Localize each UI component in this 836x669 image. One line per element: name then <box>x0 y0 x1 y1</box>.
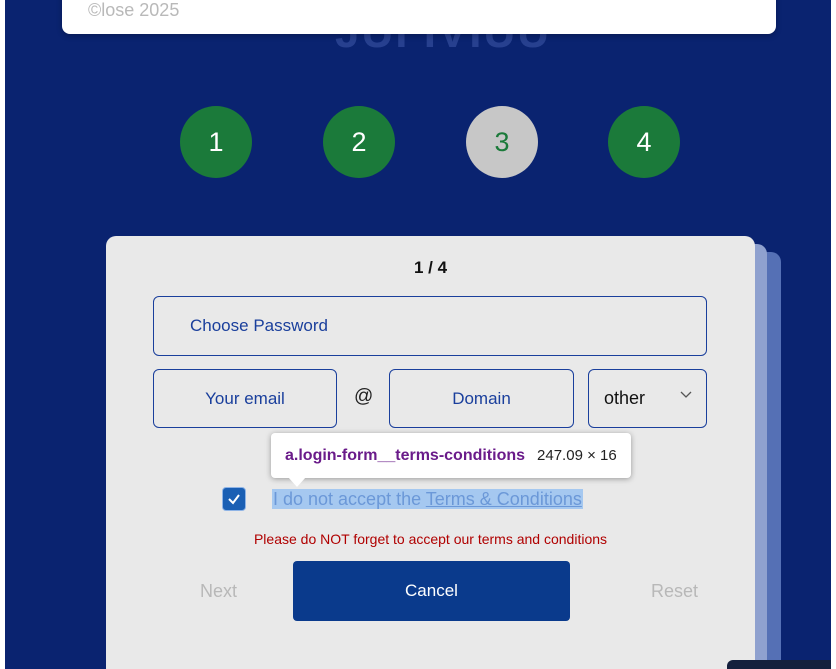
email-placeholder: Your email <box>205 388 285 408</box>
password-placeholder: Choose Password <box>190 316 328 335</box>
step-1[interactable]: 1 <box>180 106 252 178</box>
domain-placeholder: Domain <box>452 388 511 408</box>
at-sign: @ <box>354 386 374 407</box>
step-2[interactable]: 2 <box>323 106 395 178</box>
domain-field[interactable]: Domain <box>389 369 574 428</box>
next-button[interactable]: Next <box>200 581 237 602</box>
devtools-inspect-tooltip: a.login-form__terms-conditions 247.09 × … <box>271 433 631 478</box>
tooltip-selector: a.login-form__terms-conditions <box>285 446 526 464</box>
tooltip-arrow <box>288 477 306 487</box>
terms-checkbox[interactable] <box>222 487 246 511</box>
chevron-down-icon <box>680 391 692 398</box>
email-field[interactable]: Your email <box>153 369 337 428</box>
corner-widget <box>727 660 831 669</box>
domain-select-value: other <box>604 388 646 408</box>
terms-warning: Please do NOT forget to accept our terms… <box>253 531 608 547</box>
checkmark-icon <box>228 494 240 505</box>
cancel-button[interactable]: Cancel <box>293 561 570 621</box>
terms-conditions-link[interactable]: Terms & Conditions <box>426 489 582 509</box>
copyright-text: ©lose 2025 <box>88 0 180 20</box>
terms-prefix: I do not accept the <box>273 489 426 509</box>
terms-label: I do not accept the Terms & Conditions <box>272 489 583 509</box>
page-viewport: JUI IVIUU ©lose 2025 1 2 3 4 1 / 4 Choos… <box>5 0 831 669</box>
password-field[interactable]: Choose Password <box>153 296 707 356</box>
tooltip-dimensions: 247.09 × 16 <box>537 447 617 464</box>
domain-select[interactable]: other <box>588 369 707 428</box>
reset-button[interactable]: Reset <box>651 581 698 602</box>
form-step-counter: 1 / 4 <box>413 258 448 277</box>
step-4[interactable]: 4 <box>608 106 680 178</box>
step-3[interactable]: 3 <box>466 106 538 178</box>
copyright-popup: ©lose 2025 <box>62 0 776 34</box>
